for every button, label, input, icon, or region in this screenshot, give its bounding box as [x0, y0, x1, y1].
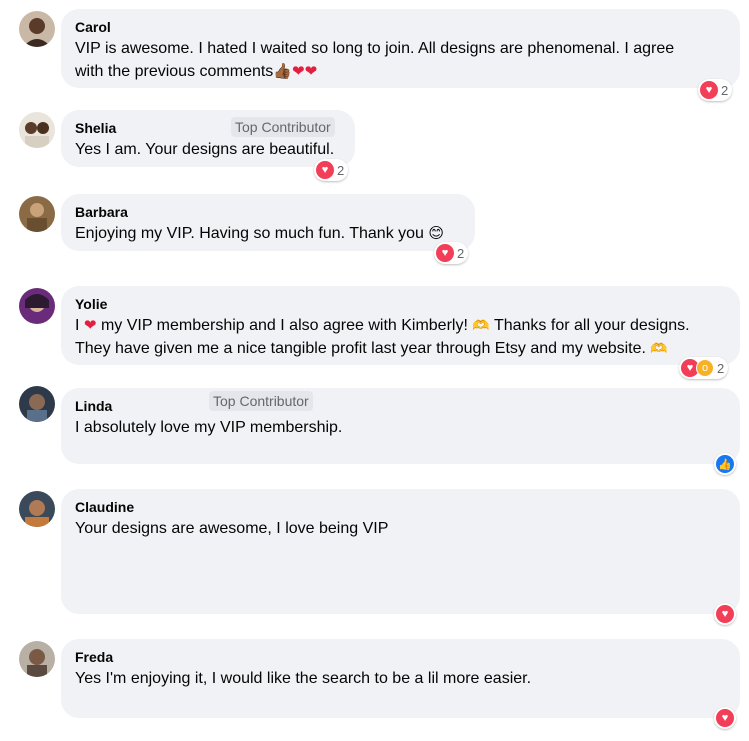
heart-icon: ♥ — [716, 605, 734, 623]
comment-text: Your designs are awesome, I love being V… — [75, 520, 389, 537]
avatar[interactable] — [19, 641, 55, 677]
reaction-summary[interactable]: 👍 — [714, 453, 736, 475]
heart-hands-icon: 🫶 — [472, 317, 490, 333]
comment-author[interactable]: Claudine — [75, 498, 726, 516]
avatar[interactable] — [19, 11, 55, 47]
like-icon: 👍 — [716, 455, 734, 473]
avatar[interactable] — [19, 386, 55, 422]
avatar[interactable] — [19, 491, 55, 527]
comment-author[interactable]: Carol — [75, 18, 726, 36]
wow-icon: o — [696, 359, 714, 377]
reaction-summary[interactable]: ♥ o 2 — [679, 357, 729, 379]
heart-icon: ♥ — [716, 709, 734, 727]
reaction-summary[interactable]: ♥ — [714, 603, 736, 625]
heart-icon: ♥ — [700, 81, 718, 99]
comment-bubble: Carol VIP is awesome. I hated I waited s… — [61, 9, 740, 88]
comment-bubble: Freda Yes I'm enjoying it, I would like … — [61, 639, 740, 718]
comment-bubble: Yolie I ❤ my VIP membership and I also a… — [61, 286, 740, 365]
top-contributor-badge[interactable]: Top Contributor — [231, 117, 335, 137]
smiling-face-icon: 😊 — [428, 225, 445, 242]
comment-text: I ❤ my VIP membership and I also agree w… — [75, 317, 690, 357]
comment-bubble: Claudine Your designs are awesome, I lov… — [61, 489, 740, 614]
comment-text: Yes I am. Your designs are beautiful. — [75, 141, 335, 158]
avatar[interactable] — [19, 112, 55, 148]
heart-hands-icon: 🫶 — [650, 340, 668, 356]
avatar[interactable] — [19, 288, 55, 324]
comment-author[interactable]: Freda — [75, 648, 726, 666]
heart-icon: ♥ — [436, 244, 454, 262]
reaction-summary[interactable]: ♥ — [714, 707, 736, 729]
reaction-summary[interactable]: ♥ 2 — [314, 159, 349, 181]
comment-text: Yes I'm enjoying it, I would like the se… — [75, 670, 532, 687]
comment-author[interactable]: Linda — [75, 397, 726, 415]
thumbs-up-icon: 👍🏾 — [273, 63, 292, 80]
comment-text: Enjoying my VIP. Having so much fun. Tha… — [75, 225, 445, 242]
top-contributor-badge[interactable]: Top Contributor — [209, 391, 313, 411]
comment-bubble: Barbara Enjoying my VIP. Having so much … — [61, 194, 475, 251]
comment-author[interactable]: Yolie — [75, 295, 726, 313]
heart-icon: ♥ — [316, 161, 334, 179]
comment-author[interactable]: Barbara — [75, 203, 461, 221]
reaction-summary[interactable]: ♥ 2 — [698, 79, 733, 101]
comment-text: VIP is awesome. I hated I waited so long… — [75, 40, 675, 80]
comment-bubble: Linda Top Contributor I absolutely love … — [61, 388, 740, 464]
comment-bubble: Shelia Top Contributor Yes I am. Your de… — [61, 110, 355, 167]
heart-icon: ❤❤ — [292, 63, 318, 80]
reaction-summary[interactable]: ♥ 2 — [434, 242, 469, 264]
comment-text: I absolutely love my VIP membership. — [75, 419, 343, 436]
avatar[interactable] — [19, 196, 55, 232]
heart-icon: ❤ — [83, 317, 97, 334]
